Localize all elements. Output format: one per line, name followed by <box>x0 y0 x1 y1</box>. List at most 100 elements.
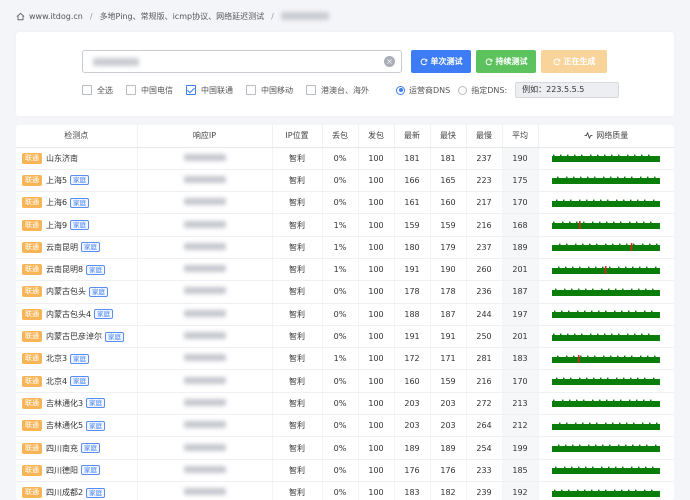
quality-bar <box>552 312 661 319</box>
quality-jitter-tick <box>581 154 583 157</box>
filter-checkbox-1[interactable]: 中国电信 <box>126 85 173 96</box>
cell-ip <box>137 436 273 460</box>
checkbox-unchecked-icon <box>246 85 256 95</box>
home-tag: 家庭 <box>86 398 106 409</box>
quality-jitter-tick <box>633 243 635 246</box>
cell-location: 联通 上海9 家庭 <box>16 213 138 237</box>
header-slowest[interactable]: 最慢 <box>466 125 503 148</box>
dns-option-custom[interactable]: 指定DNS: <box>458 85 507 96</box>
table-row[interactable]: 联通 吉林通化3 家庭 智利 0% 100 203 203 272 213 <box>16 392 674 416</box>
quality-jitter-tick <box>636 221 638 224</box>
filter-checkbox-2[interactable]: 中国联通 <box>186 85 233 96</box>
quality-jitter-tick <box>567 333 569 335</box>
quality-jitter-tick <box>640 177 642 179</box>
table-row[interactable]: 联通 吉林通化5 家庭 智利 0% 100 203 203 264 212 <box>16 414 674 438</box>
location-name: 山东济南 <box>46 153 78 163</box>
table-row[interactable]: 联通 上海5 家庭 智利 0% 100 166 165 223 175 <box>16 169 674 193</box>
quality-sparkline <box>552 489 661 497</box>
header-ip[interactable]: 响应IP <box>137 125 273 148</box>
table-row[interactable]: 联通 山东济南 智利 0% 100 181 181 237 190 <box>16 147 674 170</box>
quality-jitter-tick <box>610 177 612 179</box>
custom-dns-input[interactable]: 例如：223.5.5.5 <box>515 82 620 98</box>
quality-loss-spike <box>578 354 580 363</box>
breadcrumb-section[interactable]: 多地Ping、常规版、icmp协议、网络延迟测试 <box>100 11 265 22</box>
quality-jitter-tick <box>578 466 580 469</box>
quality-jitter-tick <box>603 177 605 179</box>
header-location[interactable]: 检测点 <box>16 125 138 148</box>
filter-checkbox-3[interactable]: 中国移动 <box>246 85 293 96</box>
quality-sparkline <box>552 466 661 475</box>
quality-jitter-tick <box>589 422 591 424</box>
quality-jitter-tick <box>618 333 620 335</box>
table-row[interactable]: 联通 北京4 家庭 智利 0% 100 160 159 216 170 <box>16 369 674 393</box>
filter-checkbox-0[interactable]: 全选 <box>82 85 113 96</box>
target-input[interactable]: × <box>82 50 402 73</box>
table-row[interactable]: 联通 内蒙古包头 家庭 智利 0% 100 178 178 236 187 <box>16 280 674 304</box>
cell-quality <box>538 414 674 438</box>
table-row[interactable]: 联通 上海6 家庭 智利 0% 100 161 160 217 170 <box>16 191 674 215</box>
quality-jitter-tick <box>585 288 587 291</box>
header-sent[interactable]: 发包 <box>358 125 395 148</box>
header-quality[interactable]: 网络质量 <box>538 125 674 148</box>
cell-location: 联通 四川德阳 家庭 <box>16 459 138 482</box>
header-loss[interactable]: 丢包 <box>322 125 359 148</box>
single-test-button[interactable]: 单次测试 <box>411 50 471 73</box>
breadcrumb-site[interactable]: www.itdog.cn <box>29 12 83 21</box>
home-tag: 家庭 <box>70 353 90 364</box>
quality-jitter-tick <box>592 221 594 224</box>
table-row[interactable]: 联通 云南昆明8 家庭 智利 1% 100 191 190 260 201 <box>16 258 674 282</box>
quality-jitter-tick <box>572 266 574 268</box>
table-row[interactable]: 联通 四川南充 家庭 智利 0% 100 189 189 254 199 <box>16 436 674 460</box>
home-tag: 家庭 <box>86 420 106 431</box>
home-tag: 家庭 <box>81 242 100 253</box>
cell-loss: 0% <box>322 436 359 460</box>
home-icon[interactable] <box>16 12 25 21</box>
table-row[interactable]: 联通 上海9 家庭 智利 1% 100 159 159 216 168 <box>16 213 674 237</box>
quality-jitter-tick <box>582 243 584 246</box>
generating-button[interactable]: 正在生成 <box>541 50 607 73</box>
single-test-label: 单次测试 <box>430 57 463 66</box>
quality-jitter-tick <box>559 243 561 246</box>
quality-jitter-tick <box>632 266 634 268</box>
continuous-test-button[interactable]: 持续测试 <box>476 50 536 73</box>
quality-jitter-tick <box>586 199 588 201</box>
cell-location: 联通 上海6 家庭 <box>16 191 138 215</box>
cell-avg: 175 <box>502 169 539 193</box>
table-row[interactable]: 联通 北京3 家庭 智利 1% 100 172 171 281 183 <box>16 347 674 371</box>
generating-label: 正在生成 <box>563 57 596 66</box>
header-ip-location[interactable]: IP位置 <box>272 125 323 148</box>
table-row[interactable]: 联通 四川德阳 家庭 智利 0% 100 176 176 233 185 <box>16 459 674 482</box>
table-row[interactable]: 联通 四川成都2 家庭 智利 0% 100 183 182 239 192 <box>16 481 674 500</box>
cell-slowest: 239 <box>466 481 503 500</box>
cell-ip <box>137 369 273 393</box>
quality-jitter-tick <box>584 489 586 491</box>
quality-jitter-tick <box>567 154 569 157</box>
filter-checkbox-4[interactable]: 港澳台、海外 <box>306 85 369 96</box>
header-latest[interactable]: 最新 <box>394 125 431 148</box>
header-avg[interactable]: 平均 <box>502 125 539 148</box>
quality-jitter-tick <box>563 377 565 380</box>
cell-latest: 191 <box>394 258 431 282</box>
clear-icon[interactable]: × <box>384 56 395 67</box>
table-row[interactable]: 联通 内蒙古巴彦淖尔 家庭 智利 0% 100 191 191 250 201 <box>16 325 674 349</box>
dns-option-isp[interactable]: 运营商DNS <box>396 85 450 96</box>
quality-jitter-tick <box>647 355 649 358</box>
quality-jitter-tick <box>579 199 581 201</box>
quality-jitter-tick <box>568 489 570 491</box>
table-row[interactable]: 联通 内蒙古包头4 家庭 智利 0% 100 188 187 244 197 <box>16 303 674 326</box>
quality-jitter-tick <box>629 221 631 224</box>
location-name: 四川成都2 <box>46 488 84 498</box>
quality-jitter-tick <box>605 489 607 491</box>
quality-jitter-tick <box>651 310 653 313</box>
header-fastest[interactable]: 最快 <box>430 125 467 148</box>
quality-jitter-tick <box>616 199 618 201</box>
table-header-row: 检测点 响应IP IP位置 丢包 发包 最新 最快 最慢 平均 网络质量 <box>16 125 674 148</box>
quality-sparkline <box>552 377 661 386</box>
cell-latest: 203 <box>394 414 431 438</box>
home-tag: 家庭 <box>89 286 108 297</box>
quality-jitter-tick <box>612 422 614 424</box>
quality-jitter-tick <box>605 243 607 246</box>
quality-jitter-tick <box>556 377 558 380</box>
table-row[interactable]: 联通 云南昆明 家庭 智利 1% 100 180 179 237 189 <box>16 236 674 259</box>
quality-jitter-tick <box>597 333 599 335</box>
